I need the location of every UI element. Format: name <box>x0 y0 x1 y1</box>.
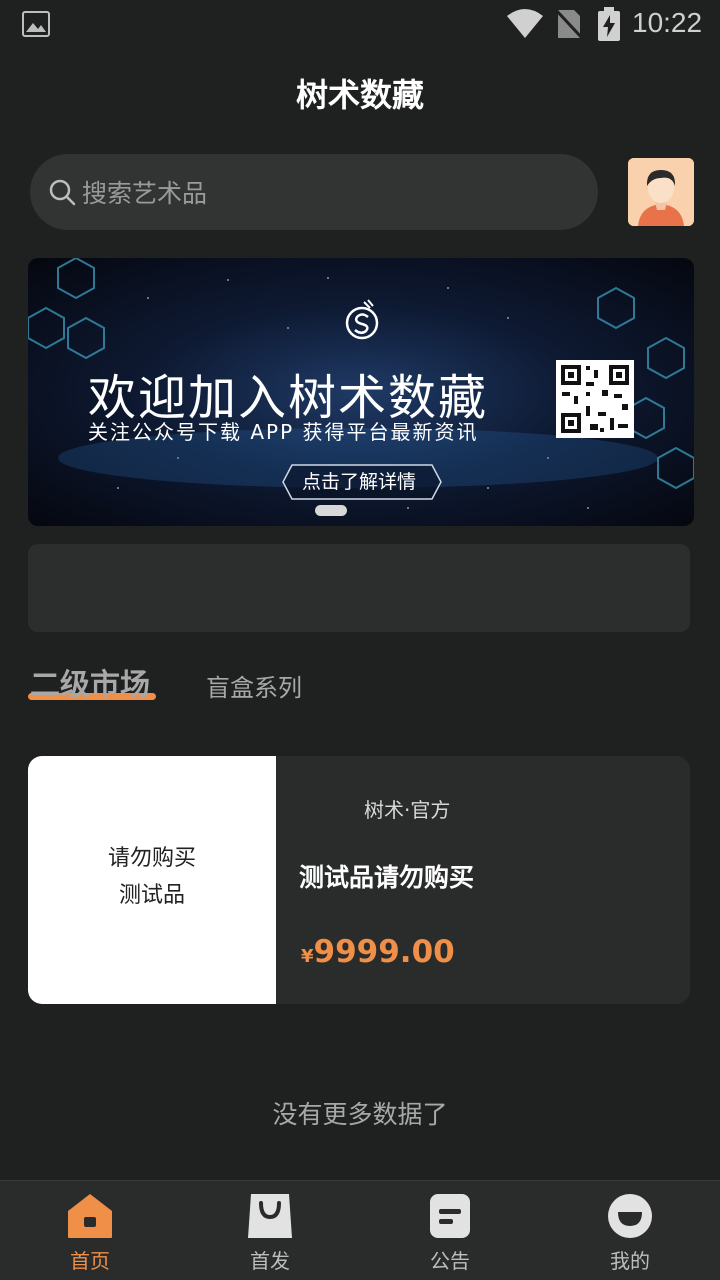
nav-item-mine[interactable]: 我的 <box>540 1181 720 1280</box>
product-card[interactable]: 请勿购买 测试品 树术·官方 测试品请勿购买 ¥9999.00 <box>28 756 690 1004</box>
market-tabs: 二级市场 盲盒系列 <box>0 656 720 716</box>
product-image: 请勿购买 测试品 <box>28 756 276 1004</box>
shopping-bag-icon <box>248 1194 292 1238</box>
user-avatar[interactable] <box>628 158 694 226</box>
list-end-text: 没有更多数据了 <box>272 1100 448 1129</box>
search-placeholder: 搜索艺术品 <box>82 179 208 208</box>
notice-bar[interactable] <box>28 544 690 632</box>
carousel-indicator <box>315 505 347 516</box>
price-currency: ¥ <box>301 946 314 967</box>
nav-label: 首页 <box>70 1249 110 1273</box>
product-image-text: 请勿购买 <box>107 846 196 871</box>
status-bar: 10:22 <box>0 0 720 50</box>
nav-item-home[interactable]: 首页 <box>0 1181 180 1280</box>
product-creator: 树术·官方 <box>364 798 451 822</box>
nav-label: 首发 <box>250 1249 290 1273</box>
bottom-nav: 首页 首发 公告 我的 <box>0 1180 720 1280</box>
gallery-notification-icon <box>22 11 50 37</box>
product-name: 测试品请勿购买 <box>299 863 475 892</box>
banner-subline: 关注公众号下载 APP 获得平台最新资讯 <box>88 420 479 444</box>
page-title: 树术数藏 <box>295 76 424 114</box>
no-sim-icon <box>556 8 582 40</box>
nav-label: 我的 <box>610 1249 650 1273</box>
promo-banner[interactable]: 欢迎加入树术数藏 关注公众号下载 APP 获得平台最新资讯 点击了解详情 <box>28 258 694 526</box>
search-icon <box>49 179 76 206</box>
home-icon <box>68 1194 112 1238</box>
status-time: 10:22 <box>632 7 703 38</box>
profile-icon <box>608 1194 652 1238</box>
product-price: ¥9999.00 <box>301 934 455 970</box>
nav-item-notice[interactable]: 公告 <box>360 1181 540 1280</box>
avatar-person-icon <box>628 158 694 226</box>
price-amount: 9999.00 <box>313 934 455 970</box>
qr-code-icon <box>556 360 634 438</box>
tab-blind-box[interactable]: 盲盒系列 <box>206 668 302 703</box>
wifi-icon <box>507 9 543 38</box>
battery-charging-icon <box>598 7 620 41</box>
tab-secondary-market[interactable]: 二级市场 <box>30 660 150 704</box>
banner-cta-label: 点击了解详情 <box>302 471 417 493</box>
nav-item-first-release[interactable]: 首发 <box>180 1181 360 1280</box>
brand-logo-icon <box>345 299 379 340</box>
product-image-text: 测试品 <box>118 883 185 908</box>
notice-icon <box>430 1194 470 1238</box>
search-input[interactable]: 搜索艺术品 <box>30 154 598 230</box>
nav-label: 公告 <box>430 1249 470 1273</box>
